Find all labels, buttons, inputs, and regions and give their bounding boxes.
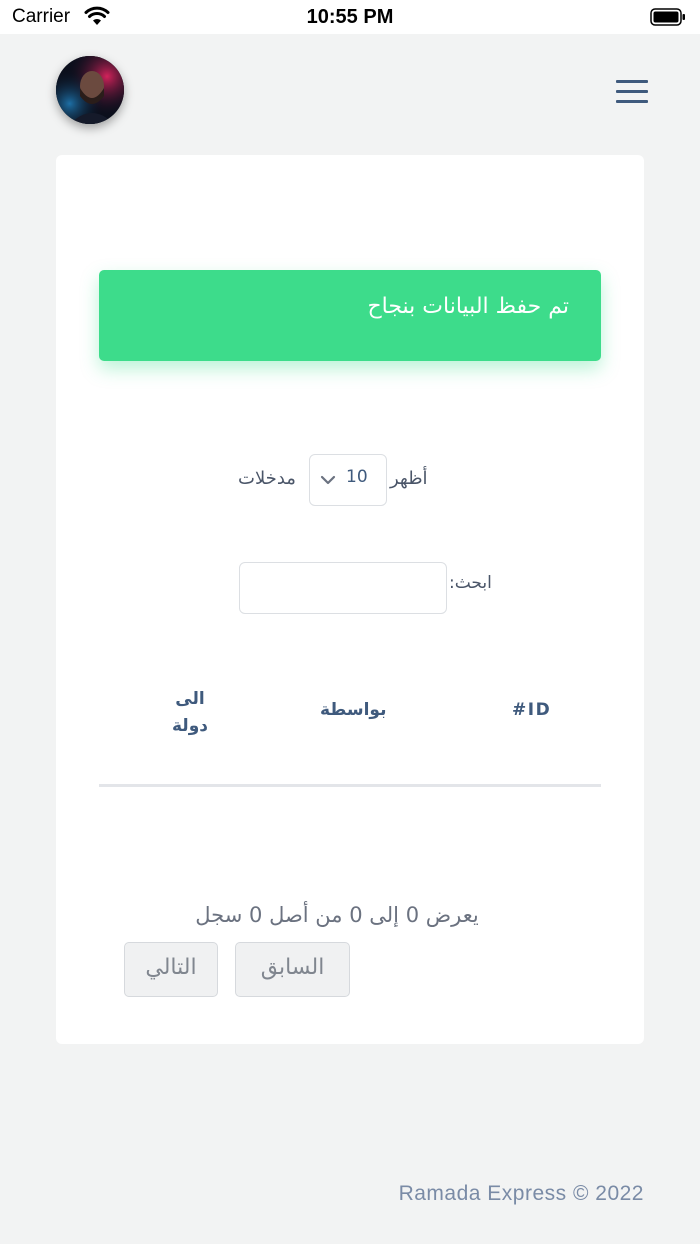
- length-show-label: أظهر: [390, 468, 428, 489]
- previous-page-button[interactable]: السابق: [235, 942, 350, 997]
- search-label: ابحث:: [449, 573, 492, 593]
- user-avatar[interactable]: [56, 56, 124, 124]
- alert-message: تم حفظ البيانات بنجاح: [367, 294, 569, 319]
- hamburger-menu-icon[interactable]: [616, 80, 648, 104]
- column-header-by[interactable]: بواسطة: [320, 700, 386, 720]
- column-header-to-country[interactable]: الى دولة: [160, 686, 220, 740]
- avatar-image: [56, 56, 124, 124]
- length-entries-label: مدخلات: [238, 468, 296, 489]
- status-time: 10:55 PM: [306, 6, 394, 28]
- footer-copyright: Ramada Express © 2022: [398, 1182, 644, 1205]
- status-bar: Carrier 10:55 PM: [0, 0, 700, 34]
- search-input[interactable]: [239, 562, 447, 614]
- column-header-id[interactable]: #ID: [512, 700, 551, 720]
- entries-length-select[interactable]: 10: [309, 454, 387, 506]
- success-alert: تم حفظ البيانات بنجاح: [99, 270, 601, 361]
- chevron-down-icon: [320, 475, 336, 485]
- length-selected-value: 10: [346, 467, 368, 487]
- pagination-info: يعرض 0 إلى 0 من أصل 0 سجل: [195, 903, 479, 927]
- table-header-divider: [99, 784, 601, 787]
- next-page-button[interactable]: التالي: [124, 942, 218, 997]
- battery-icon: [650, 8, 685, 26]
